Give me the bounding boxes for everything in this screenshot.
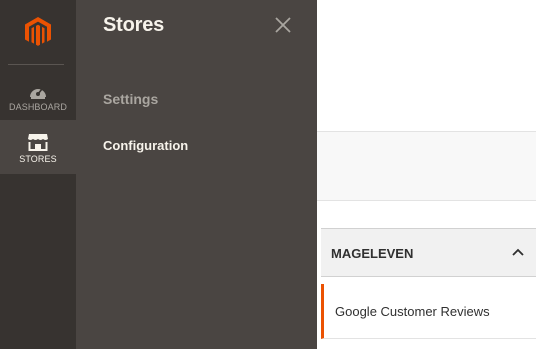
accordion-title: MAGELEVEN [331,246,414,261]
nav-item-dashboard[interactable]: DASHBOARD [0,68,76,122]
magento-logo-icon [25,17,51,46]
section-heading-settings: Settings [103,91,159,107]
admin-sidebar: DASHBOARD STORES [0,0,76,349]
close-icon[interactable] [272,14,294,36]
storefront-icon [28,131,48,151]
panel-title: Stores [103,14,165,36]
chevron-up-icon [512,248,524,256]
main-content: MAGELEVEN Google Customer Reviews [317,0,536,349]
page-actions-band [317,131,536,201]
stores-submenu-panel: Stores Settings Configuration [76,0,317,349]
logo-divider [8,64,64,65]
logo[interactable] [0,0,76,64]
nav-item-label: DASHBOARD [9,101,67,112]
speedometer-icon [28,79,48,99]
nav-item-stores[interactable]: STORES [0,120,76,174]
nav-item-label: STORES [19,153,57,164]
config-tab-google-customer-reviews[interactable]: Google Customer Reviews [321,284,536,339]
menu-link-configuration[interactable]: Configuration [103,138,188,153]
config-tab-label: Google Customer Reviews [335,304,490,319]
accordion-header-mageleven[interactable]: MAGELEVEN [321,228,536,277]
